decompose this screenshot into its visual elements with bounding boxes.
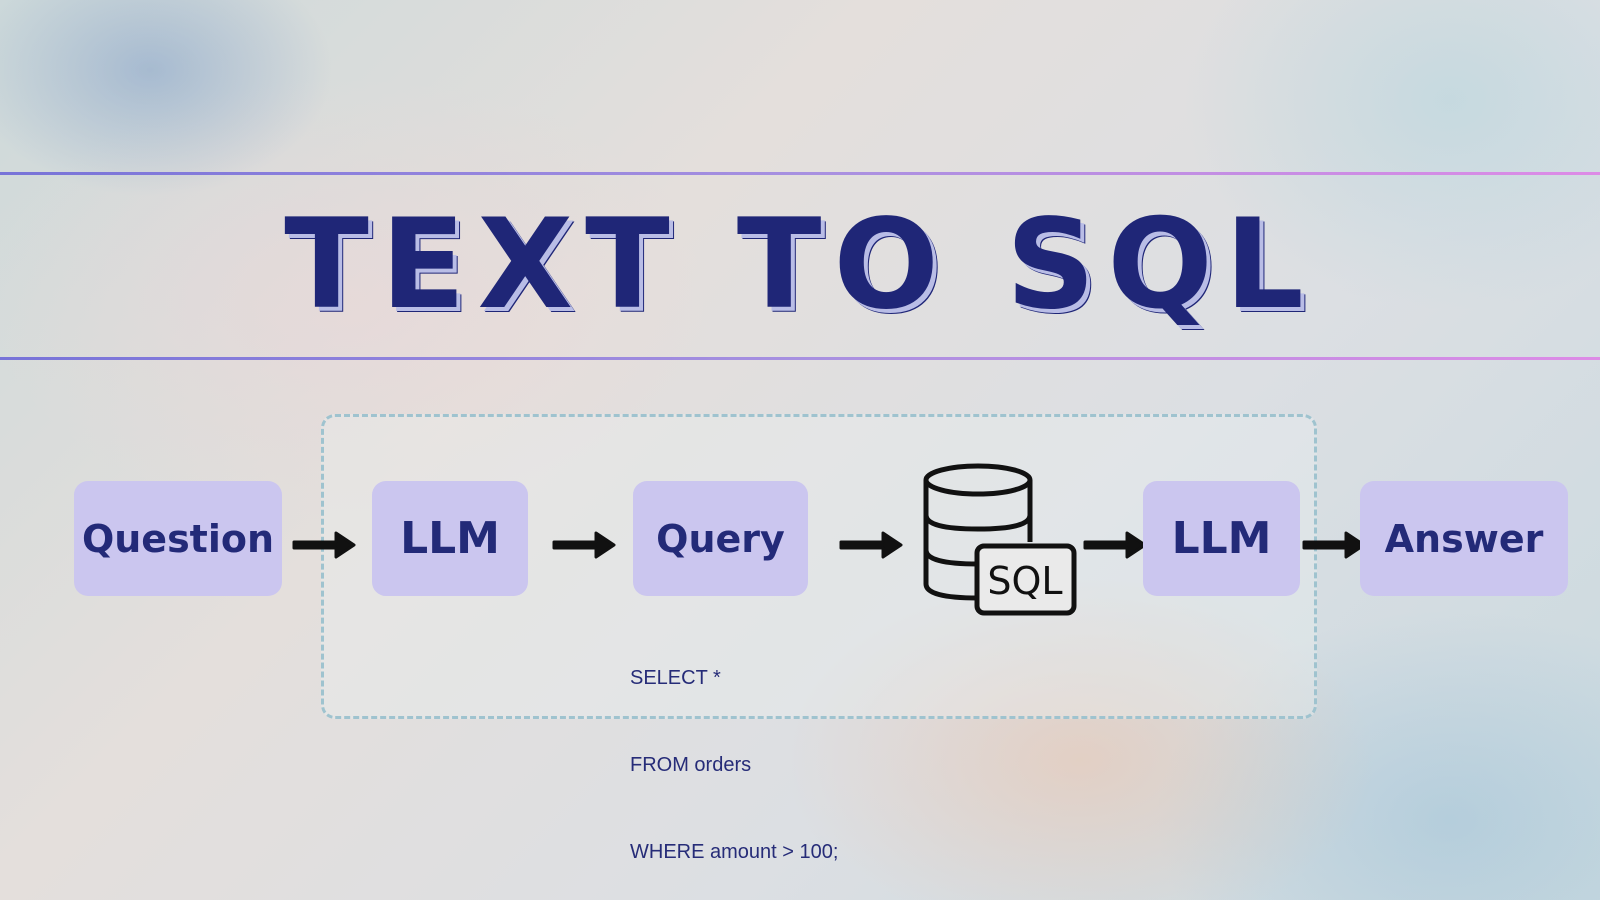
- sql-query-example: SELECT * FROM orders WHERE amount > 100;: [630, 606, 838, 896]
- arrow-database-to-llm-icon: [1083, 531, 1147, 559]
- llm-node-second: LLM: [1143, 481, 1300, 596]
- sql-badge-label: SQL: [987, 559, 1062, 603]
- arrow-llm-to-query-icon: [552, 531, 616, 559]
- answer-label: Answer: [1384, 516, 1544, 561]
- sql-line: WHERE amount > 100;: [630, 841, 839, 863]
- arrow-question-to-llm-icon: [292, 531, 356, 559]
- sql-database-icon: SQL: [923, 463, 1077, 616]
- llm-label: LLM: [1171, 513, 1272, 564]
- llm-node-first: LLM: [372, 481, 528, 596]
- question-label: Question: [81, 516, 275, 561]
- bottom-divider-line: [0, 357, 1600, 360]
- top-divider-line: [0, 172, 1600, 175]
- llm-label: LLM: [400, 513, 500, 564]
- arrow-query-to-database-icon: [839, 531, 903, 559]
- query-node: Query: [633, 481, 808, 596]
- arrow-llm-to-answer-icon: [1302, 531, 1366, 559]
- sql-line: SELECT *: [630, 667, 721, 689]
- question-node: Question: [74, 481, 282, 596]
- page-title: TEXT TO SQL: [284, 193, 1316, 337]
- sql-line: FROM orders: [630, 754, 752, 776]
- answer-node: Answer: [1360, 481, 1568, 596]
- query-label: Query: [656, 516, 785, 561]
